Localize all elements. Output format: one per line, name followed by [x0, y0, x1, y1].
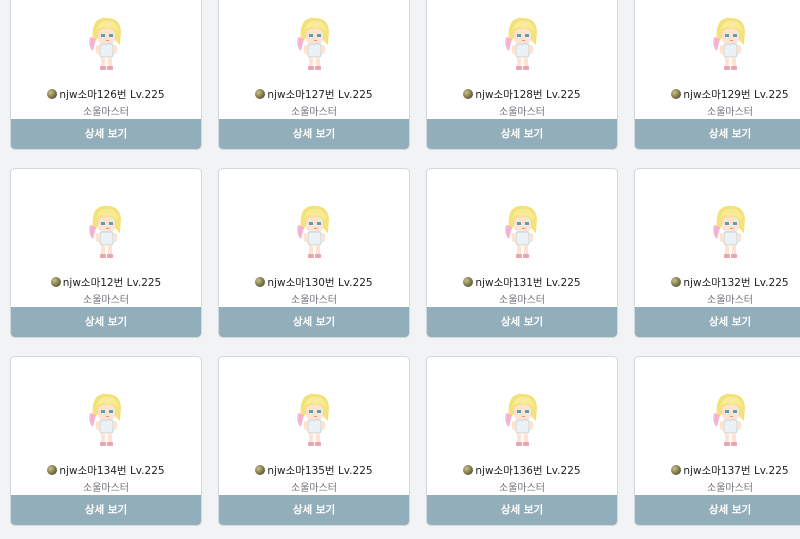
character-level: Lv.225: [129, 89, 165, 101]
character-name-row: njw소마128번 Lv.225: [427, 87, 617, 102]
character-name-row: njw소마137번 Lv.225: [635, 463, 800, 478]
character-job: 소울마스터: [499, 295, 545, 306]
view-detail-button[interactable]: 상세 보기: [635, 119, 800, 149]
character-name-row: njw소마135번 Lv.225: [219, 463, 409, 478]
view-detail-button[interactable]: 상세 보기: [11, 307, 201, 337]
world-icon: [50, 277, 61, 287]
view-detail-button[interactable]: 상세 보기: [11, 119, 201, 149]
character-name-row: njw소마12번 Lv.225: [11, 275, 201, 290]
character-name: njw소마126번: [59, 89, 127, 101]
view-detail-button[interactable]: 상세 보기: [427, 119, 617, 149]
character-name: njw소마135번: [267, 465, 335, 477]
character-level: Lv.225: [545, 465, 581, 477]
character-avatar[interactable]: [709, 391, 751, 449]
view-detail-button[interactable]: 상세 보기: [427, 495, 617, 525]
character-card: njw소마130번 Lv.225 소울마스터 마지막 활동일: 7일 경과 상세…: [218, 168, 410, 338]
character-name: njw소마134번: [59, 465, 127, 477]
character-job: 소울마스터: [707, 483, 753, 494]
character-name: njw소마137번: [683, 465, 751, 477]
character-avatar[interactable]: [85, 391, 127, 449]
character-level: Lv.225: [753, 465, 789, 477]
character-name: njw소마12번: [62, 277, 124, 289]
character-avatar[interactable]: [709, 203, 751, 261]
character-job: 소울마스터: [707, 107, 753, 118]
character-name: njw소마128번: [475, 89, 543, 101]
character-job: 소울마스터: [499, 483, 545, 494]
character-avatar[interactable]: [293, 391, 335, 449]
character-card: njw소마137번 Lv.225 소울마스터 마지막 활동일: 최근 7일 상세…: [634, 356, 800, 526]
character-name: njw소마131번: [475, 277, 543, 289]
character-avatar[interactable]: [85, 203, 127, 261]
view-detail-button[interactable]: 상세 보기: [635, 307, 800, 337]
character-name-row: njw소마136번 Lv.225: [427, 463, 617, 478]
character-card: njw소마127번 Lv.225 소울마스터 마지막 활동일: 7일 경과 상세…: [218, 0, 410, 150]
character-level: Lv.225: [545, 89, 581, 101]
character-job: 소울마스터: [291, 295, 337, 306]
character-level: Lv.225: [753, 277, 789, 289]
character-name: njw소마130번: [267, 277, 335, 289]
character-card: njw소마12번 Lv.225 소울마스터 마지막 활동일: 최근 7일 상세 …: [10, 168, 202, 338]
character-level: Lv.225: [753, 89, 789, 101]
character-level: Lv.225: [129, 465, 165, 477]
character-card: njw소마129번 Lv.225 소울마스터 마지막 활동일: 7일 경과 상세…: [634, 0, 800, 150]
world-icon: [463, 89, 474, 99]
view-detail-button[interactable]: 상세 보기: [635, 495, 800, 525]
character-name-row: njw소마127번 Lv.225: [219, 87, 409, 102]
world-icon: [671, 89, 682, 99]
character-name: njw소마127번: [267, 89, 335, 101]
character-level: Lv.225: [545, 277, 581, 289]
character-name: njw소마132번: [683, 277, 751, 289]
character-job: 소울마스터: [707, 295, 753, 306]
view-detail-button[interactable]: 상세 보기: [219, 119, 409, 149]
character-avatar[interactable]: [501, 203, 543, 261]
character-card-grid: njw소마126번 Lv.225 소울마스터 마지막 활동일: 최근 7일 상세…: [10, 0, 800, 526]
character-card: njw소마128번 Lv.225 소울마스터 마지막 활동일: 최근 7일 상세…: [426, 0, 618, 150]
view-detail-button[interactable]: 상세 보기: [11, 495, 201, 525]
world-icon: [463, 277, 474, 287]
character-avatar[interactable]: [501, 15, 543, 73]
character-level: Lv.225: [337, 89, 373, 101]
character-avatar[interactable]: [293, 203, 335, 261]
world-icon: [47, 465, 58, 475]
character-job: 소울마스터: [291, 107, 337, 118]
character-job: 소울마스터: [83, 295, 129, 306]
character-avatar[interactable]: [293, 15, 335, 73]
character-name-row: njw소마129번 Lv.225: [635, 87, 800, 102]
character-job: 소울마스터: [83, 107, 129, 118]
character-name-row: njw소마131번 Lv.225: [427, 275, 617, 290]
character-name-row: njw소마126번 Lv.225: [11, 87, 201, 102]
character-level: Lv.225: [337, 465, 373, 477]
world-icon: [255, 89, 266, 99]
world-icon: [671, 277, 682, 287]
character-avatar[interactable]: [501, 391, 543, 449]
character-name-row: njw소마132번 Lv.225: [635, 275, 800, 290]
character-name: njw소마129번: [683, 89, 751, 101]
character-job: 소울마스터: [83, 483, 129, 494]
character-card: njw소마134번 Lv.225 소울마스터 마지막 활동일: 최근 7일 상세…: [10, 356, 202, 526]
character-card: njw소마132번 Lv.225 소울마스터 마지막 활동일: 7일 경과 상세…: [634, 168, 800, 338]
character-card: njw소마126번 Lv.225 소울마스터 마지막 활동일: 최근 7일 상세…: [10, 0, 202, 150]
character-name: njw소마136번: [475, 465, 543, 477]
character-level: Lv.225: [337, 277, 373, 289]
character-card: njw소마136번 Lv.225 소울마스터 마지막 활동일: 최근 7일 상세…: [426, 356, 618, 526]
character-list-viewport: njw소마126번 Lv.225 소울마스터 마지막 활동일: 최근 7일 상세…: [0, 0, 800, 539]
world-icon: [463, 465, 474, 475]
world-icon: [47, 89, 58, 99]
character-level: Lv.225: [126, 277, 162, 289]
view-detail-button[interactable]: 상세 보기: [427, 307, 617, 337]
character-job: 소울마스터: [499, 107, 545, 118]
character-job: 소울마스터: [291, 483, 337, 494]
character-card: njw소마135번 Lv.225 소울마스터 마지막 활동일: 최근 7일 상세…: [218, 356, 410, 526]
character-name-row: njw소마130번 Lv.225: [219, 275, 409, 290]
character-avatar[interactable]: [85, 15, 127, 73]
world-icon: [255, 465, 266, 475]
character-name-row: njw소마134번 Lv.225: [11, 463, 201, 478]
world-icon: [255, 277, 266, 287]
view-detail-button[interactable]: 상세 보기: [219, 495, 409, 525]
character-avatar[interactable]: [709, 15, 751, 73]
world-icon: [671, 465, 682, 475]
view-detail-button[interactable]: 상세 보기: [219, 307, 409, 337]
character-card: njw소마131번 Lv.225 소울마스터 마지막 활동일: 최근 7일 상세…: [426, 168, 618, 338]
